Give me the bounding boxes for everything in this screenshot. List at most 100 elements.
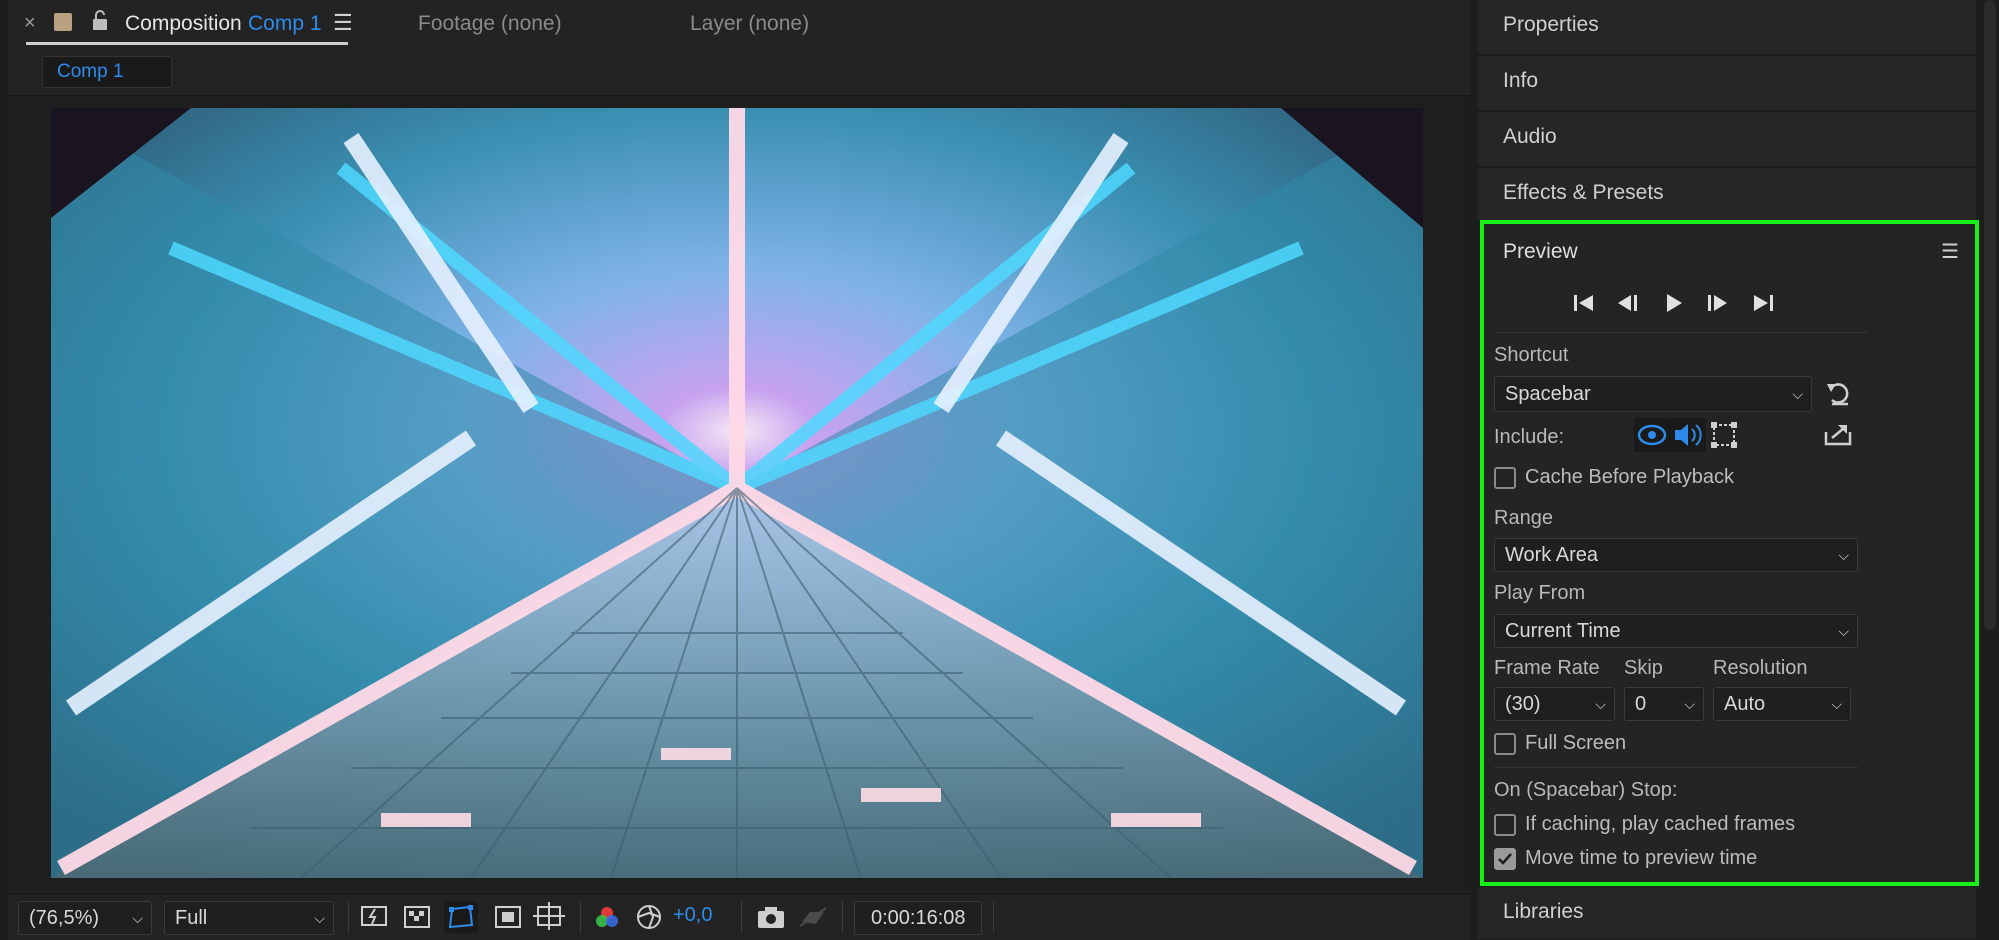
libraries-panel-header[interactable]: Libraries [1478,887,1976,939]
shortcut-dropdown[interactable]: Spacebar ⌵ [1494,376,1812,412]
shortcut-value: Spacebar [1505,383,1591,405]
shortcut-label: Shortcut [1494,344,1569,366]
audio-panel-header[interactable]: Audio [1478,112,1976,168]
properties-panel-header[interactable]: Properties [1478,0,1976,56]
composition-canvas-image[interactable] [51,108,1423,878]
chevron-down-icon: ⌵ [314,910,325,926]
frame-rate-dropdown[interactable]: (30) ⌵ [1494,687,1615,721]
play-from-dropdown[interactable]: Current Time ⌵ [1494,614,1858,648]
if-caching-label: If caching, play cached frames [1525,813,1796,835]
tab-menu-icon[interactable]: ☰ [333,10,353,36]
info-panel-title: Info [1503,69,1539,92]
info-panel-header[interactable]: Info [1478,56,1976,112]
close-tab-icon[interactable]: × [24,12,36,35]
composition-color-swatch-icon [54,13,72,31]
resolution-value: Full [175,907,208,929]
composition-tab-bar: × Composition Comp 1 ☰ Footage (none) La… [8,0,1470,50]
show-snapshot-icon[interactable] [798,904,828,935]
section-divider [1494,767,1858,768]
play-icon[interactable] [1660,290,1688,316]
composition-tab-comp-name[interactable]: Comp 1 [248,12,322,36]
on-stop-label: On (Spacebar) Stop: [1494,779,1678,801]
effects-presets-panel-header[interactable]: Effects & Presets [1478,168,1976,224]
play-from-label: Play From [1494,582,1586,604]
resolution-value: Auto [1724,693,1766,715]
range-value: Work Area [1505,544,1598,566]
chevron-down-icon: ⌵ [1831,696,1842,712]
comp-chip-bar: Comp 1 [8,50,1470,96]
reset-exposure-icon[interactable] [635,903,663,936]
reset-shortcut-icon[interactable] [1824,378,1854,413]
toolbar-divider [741,901,742,933]
magnification-value: (76,5%) [29,907,100,929]
include-label: Include: [1494,426,1565,448]
resolution-label: Resolution [1713,657,1808,679]
comp-chip-label: Comp 1 [57,61,124,82]
neon-tunnel-image [51,108,1423,878]
comp-chip[interactable]: Comp 1 [42,56,172,88]
fast-previews-icon[interactable] [360,904,390,935]
next-frame-icon[interactable] [1704,290,1732,316]
cache-before-playback-label: Cache Before Playback [1525,466,1735,488]
mask-visibility-icon[interactable] [444,901,478,933]
range-dropdown[interactable]: Work Area ⌵ [1494,538,1858,572]
transport-controls [1570,290,1790,320]
last-frame-icon[interactable] [1750,290,1778,316]
exposure-value[interactable]: +0,0 [673,904,712,927]
chevron-down-icon: ⌵ [1838,547,1849,563]
play-from-value: Current Time [1505,620,1621,642]
timecode-value: 0:00:16:08 [871,907,966,929]
include-overlays-icon[interactable] [1706,418,1742,452]
skip-label: Skip [1624,657,1663,679]
skip-value: 0 [1635,693,1647,715]
section-divider [1494,332,1867,333]
properties-panel-title: Properties [1503,13,1599,36]
active-tab-underline [26,42,348,45]
transparency-grid-icon[interactable] [403,904,431,935]
channel-rgb-icon[interactable] [593,904,621,937]
viewer-toolbar: (76,5%) ⌵ Full ⌵ +0,0 0:00:16:08 [8,893,1470,940]
full-screen-checkbox[interactable] [1494,733,1516,755]
layer-tab[interactable]: Layer (none) [690,12,809,36]
effects-presets-panel-title: Effects & Presets [1503,181,1664,204]
first-frame-icon[interactable] [1570,290,1598,316]
full-screen-label: Full Screen [1525,732,1627,754]
libraries-panel-title: Libraries [1503,900,1584,923]
region-of-interest-icon[interactable] [494,904,522,935]
composition-viewer[interactable] [8,96,1470,891]
preview-panel-title: Preview [1503,240,1578,263]
skip-dropdown[interactable]: 0 ⌵ [1624,687,1704,721]
audio-panel-title: Audio [1503,125,1557,148]
checkmark-icon [1498,853,1512,865]
include-audio-speaker-icon[interactable] [1670,418,1706,452]
resolution-dropdown[interactable]: Auto ⌵ [1713,687,1851,721]
chevron-down-icon: ⌵ [1838,623,1849,639]
chevron-down-icon: ⌵ [1595,696,1606,712]
if-caching-checkbox[interactable] [1494,814,1516,836]
frame-rate-label: Frame Rate [1494,657,1600,679]
move-time-label: Move time to preview time [1525,847,1758,869]
move-time-checkbox[interactable] [1494,848,1516,870]
toolbar-divider [580,901,581,933]
right-panel-scrollbar[interactable] [1984,0,1996,630]
frame-rate-value: (30) [1505,693,1541,715]
export-output-icon[interactable] [1822,420,1854,455]
composition-tab-title[interactable]: Composition [125,12,242,36]
snapshot-camera-icon[interactable] [756,904,786,935]
toolbar-divider [842,901,843,933]
lock-icon[interactable] [90,10,110,37]
include-video-eye-icon[interactable] [1634,418,1670,452]
chevron-down-icon: ⌵ [1684,696,1695,712]
range-label: Range [1494,507,1553,529]
grid-guides-icon[interactable] [533,902,567,937]
chevron-down-icon: ⌵ [132,910,143,926]
preview-panel: Preview ☰ Shortcut Spacebar ⌵ Include: C… [1480,220,1979,886]
resolution-dropdown[interactable]: Full ⌵ [164,901,334,935]
preview-menu-icon[interactable]: ☰ [1941,239,1959,264]
footage-tab[interactable]: Footage (none) [418,12,562,36]
current-time-display[interactable]: 0:00:16:08 [854,901,982,935]
chevron-down-icon: ⌵ [1792,386,1803,402]
previous-frame-icon[interactable] [1614,290,1642,316]
cache-before-playback-checkbox[interactable] [1494,467,1516,489]
magnification-dropdown[interactable]: (76,5%) ⌵ [18,901,152,935]
